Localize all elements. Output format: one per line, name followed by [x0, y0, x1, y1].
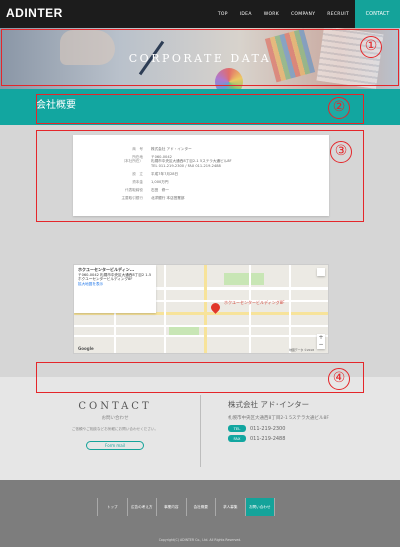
fullscreen-icon[interactable]: [317, 268, 325, 276]
tel-number[interactable]: 011-219-2300: [250, 426, 285, 432]
annotation-number-3: ③: [330, 141, 352, 163]
annotation-box-1: [1, 29, 399, 86]
map-road: [289, 265, 291, 353]
map-road: [249, 265, 251, 353]
tel-label: TEL: [228, 425, 246, 432]
map-road: [164, 265, 166, 353]
nav-item-company[interactable]: COMPANY: [285, 12, 321, 17]
annotation-box-4: [36, 362, 364, 393]
map-address: 〒060-0042 札幌市中央区大通西8丁目2 1-5 ホクユーセンタービルディ…: [78, 272, 152, 282]
main-nav: TOP IDEA WORK COMPANY RECRUIT: [212, 0, 355, 28]
footer-nav-idea[interactable]: 広告の考え方: [128, 498, 157, 516]
contact-subheading: お問い合わせ: [101, 416, 129, 421]
map-footnote: 地図データ ©2018: [289, 348, 314, 352]
form-mail-button[interactable]: Form mail: [86, 441, 144, 450]
header-contact-button[interactable]: CONTACT: [355, 0, 400, 28]
copyright: Copyright(C) ADINTER Co., Ltd. All Right…: [158, 538, 242, 542]
nav-item-recruit[interactable]: RECRUIT: [321, 12, 355, 17]
annotation-number-1: ①: [360, 36, 382, 58]
annotation-number-2: ②: [328, 97, 350, 119]
map-larger-link[interactable]: 拡大地図を表示: [78, 282, 152, 287]
footer-address: 札幌市中央区大通西8丁目2-1 5ステラ大通ビル8F: [228, 416, 329, 421]
footer-company-name: 株式会社 アド･インター: [228, 400, 310, 409]
nav-item-top[interactable]: TOP: [212, 12, 234, 17]
google-map[interactable]: ホクユーセンタービルディン... 〒060-0042 札幌市中央区大通西8丁目2…: [73, 264, 329, 354]
header-bar: ADINTER TOP IDEA WORK COMPANY RECRUIT CO…: [0, 0, 400, 28]
map-park: [169, 325, 199, 335]
contact-description: ご依頼やご相談などお気軽にお問い合わせください。: [71, 427, 159, 431]
contact-right: 株式会社 アド･インター 札幌市中央区大通西8丁目2-1 5ステラ大通ビル8F …: [228, 399, 388, 442]
footer-nav-contact[interactable]: お問い合わせ: [245, 498, 275, 516]
google-logo: Google: [78, 346, 94, 351]
map-zoom-control: + −: [317, 334, 325, 349]
fax-number: 011-219-2488: [250, 435, 286, 442]
annotation-number-4: ④: [328, 368, 350, 390]
nav-item-idea[interactable]: IDEA: [234, 12, 258, 17]
phone-row: FAX 011-219-2488: [228, 435, 388, 442]
map-park: [224, 273, 264, 285]
site-logo[interactable]: ADINTER: [6, 6, 63, 20]
footer: トップ 広告の考え方 事業内容 会社概要 求人募集 お問い合わせ Copyrig…: [0, 480, 400, 547]
map-road: [204, 265, 207, 353]
zoom-out-button[interactable]: −: [317, 341, 325, 348]
footer-nav-top[interactable]: トップ: [98, 498, 128, 516]
nav-item-work[interactable]: WORK: [258, 12, 285, 17]
fax-label: FAX: [228, 435, 246, 442]
zoom-in-button[interactable]: +: [317, 334, 325, 341]
footer-nav: トップ 広告の考え方 事業内容 会社概要 求人募集 お問い合わせ: [97, 498, 275, 516]
contact-divider: [200, 395, 201, 467]
contact-left: CONTACT お問い合わせ ご依頼やご相談などお気軽にお問い合わせください。 …: [30, 401, 200, 451]
footer-nav-company[interactable]: 会社概要: [187, 498, 216, 516]
footer-nav-recruit[interactable]: 求人募集: [216, 498, 246, 516]
map-pin-label: ホクユーセンタービルディング8F: [224, 300, 285, 305]
map-road: [74, 325, 328, 327]
footer-nav-work[interactable]: 事業内容: [157, 498, 187, 516]
annotation-box-3: [36, 130, 364, 222]
contact-heading: CONTACT: [78, 401, 152, 412]
annotation-box-2: [36, 94, 364, 124]
phone-row: TEL 011-219-2300: [228, 425, 388, 432]
map-info-card: ホクユーセンタービルディン... 〒060-0042 札幌市中央区大通西8丁目2…: [74, 265, 156, 313]
